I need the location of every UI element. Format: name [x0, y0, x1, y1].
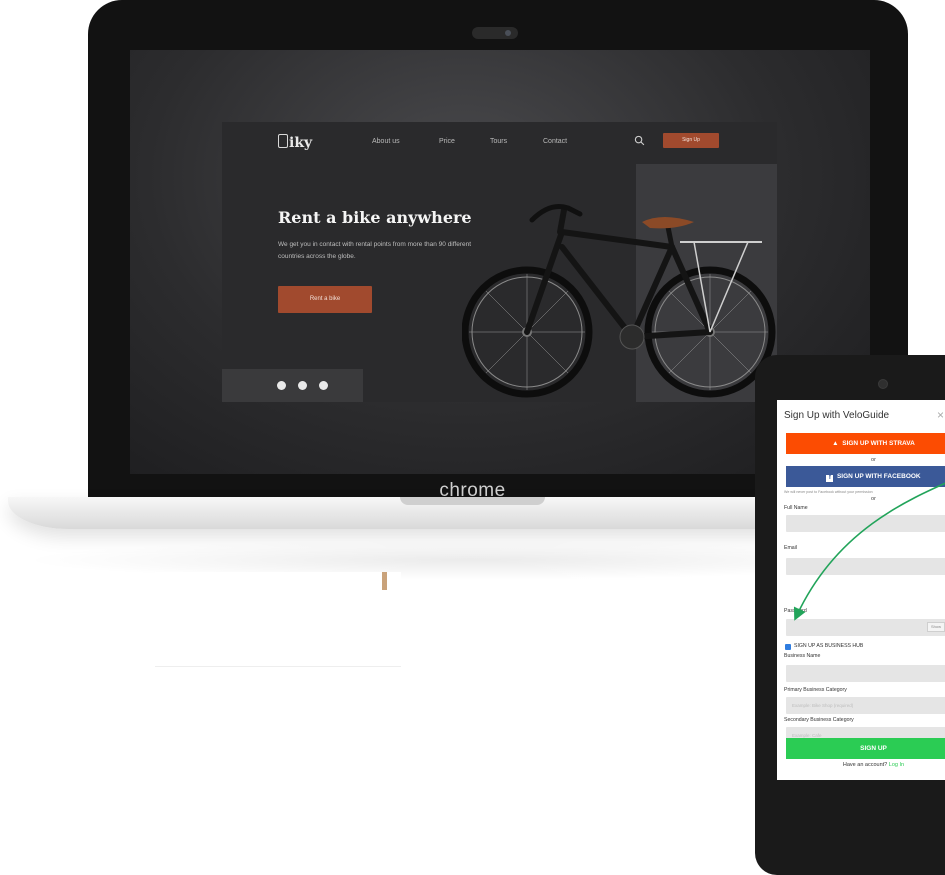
- site-signup-button[interactable]: Sign Up: [663, 133, 719, 148]
- email-field[interactable]: [786, 558, 945, 575]
- password-field[interactable]: [786, 619, 945, 636]
- or-divider-1: or: [871, 457, 876, 463]
- bicycle-image: [462, 204, 776, 398]
- facebook-signup-label: SIGN UP WITH FACEBOOK: [836, 473, 921, 480]
- strava-signup-button[interactable]: ▲ SIGN UP WITH STRAVA: [786, 433, 945, 454]
- instagram-icon[interactable]: [298, 381, 307, 390]
- email-label: Email: [784, 545, 797, 551]
- have-account-text: Have an account?: [842, 762, 888, 768]
- nav-link-about[interactable]: About us: [372, 138, 400, 145]
- webcam-icon: [472, 27, 518, 39]
- nav-link-contact[interactable]: Contact: [543, 138, 567, 145]
- logo-text: iky: [289, 135, 313, 151]
- site-nav: iky About us Price Tours Contact Sign Up: [222, 122, 777, 162]
- have-account-row: Have an account? Log In: [786, 762, 945, 768]
- login-link[interactable]: Log In: [889, 762, 904, 768]
- signup-submit-button[interactable]: SIGN UP: [786, 738, 945, 759]
- business-hub-checkbox[interactable]: [785, 644, 791, 650]
- hero-subtitle: We get you in contact with rental points…: [278, 241, 472, 260]
- social-bar: [222, 369, 363, 402]
- primary-category-field[interactable]: Example: Bike Shop (required): [786, 697, 945, 714]
- business-name-label: Business Name: [784, 653, 821, 659]
- strava-signup-label: SIGN UP WITH STRAVA: [842, 440, 915, 447]
- phone-camera-icon: [878, 379, 888, 389]
- telegram-icon[interactable]: [319, 381, 328, 390]
- full-name-label: Full Name: [784, 505, 808, 511]
- laptop-base-notch: [400, 497, 545, 505]
- logo-icon: [278, 134, 288, 148]
- signup-title: Sign Up with VeloGuide: [784, 410, 890, 421]
- or-divider-2: or: [871, 496, 876, 502]
- nav-link-price[interactable]: Price: [439, 138, 455, 145]
- facebook-signup-button[interactable]: f SIGN UP WITH FACEBOOK: [786, 466, 945, 487]
- business-name-field[interactable]: [786, 665, 945, 682]
- primary-category-label: Primary Business Category: [784, 687, 847, 693]
- facebook-icon[interactable]: [277, 381, 286, 390]
- business-hub-checkbox-label[interactable]: SIGN UP AS BUSINESS HUB: [794, 643, 863, 649]
- signup-modal: Sign Up with VeloGuide × ▲ SIGN UP WITH …: [777, 400, 945, 780]
- search-icon[interactable]: [634, 135, 645, 146]
- close-icon[interactable]: ×: [937, 408, 944, 422]
- show-password-button[interactable]: Show: [927, 622, 945, 632]
- full-name-field[interactable]: [786, 515, 945, 532]
- nav-link-tours[interactable]: Tours: [490, 138, 507, 145]
- paper-sheet: [155, 572, 401, 667]
- site-logo[interactable]: iky: [278, 134, 312, 151]
- website-mockup: iky About us Price Tours Contact Sign Up…: [222, 122, 777, 402]
- wooden-stick: [382, 572, 387, 590]
- password-label: Password: [784, 608, 807, 614]
- facebook-permission-note: We will never post to Facebook without y…: [784, 490, 873, 494]
- hero-title: Rent a bike anywhere: [278, 208, 472, 227]
- rent-bike-button[interactable]: Rent a bike: [278, 286, 372, 313]
- secondary-category-label: Secondary Business Category: [784, 717, 854, 723]
- strava-icon: ▲: [832, 440, 839, 447]
- facebook-icon: f: [826, 475, 834, 482]
